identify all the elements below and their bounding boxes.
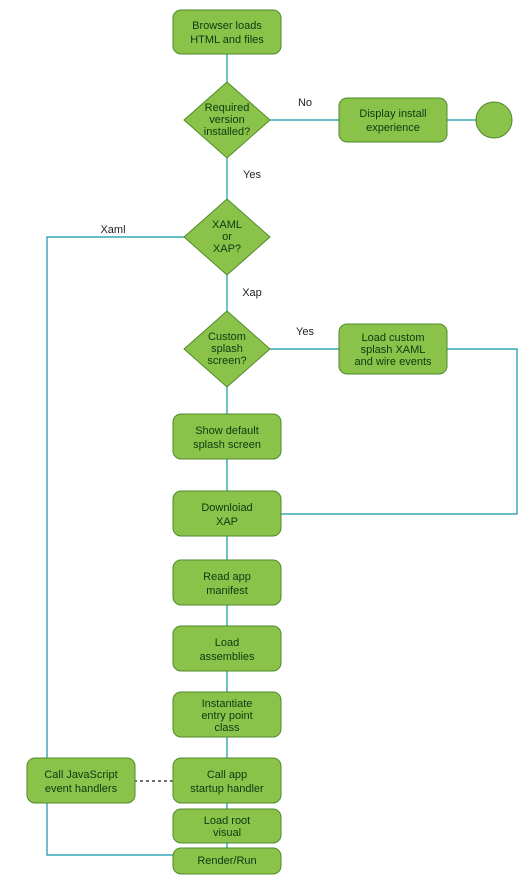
edges-group [47, 54, 517, 855]
text-n1-l1: Browser loads [192, 20, 262, 32]
text-d2-l3: XAP? [213, 243, 241, 255]
process-instantiate-entry: Instantiate entry point class [173, 692, 281, 737]
text-n3-l2: splash XAML [361, 344, 426, 356]
text-d1-l2: version [209, 114, 244, 126]
text-n7-l2: assemblies [199, 651, 255, 663]
text-n8-l3: class [214, 722, 240, 734]
text-n4-l2: splash screen [193, 439, 261, 451]
text-n6-l2: manifest [206, 585, 248, 597]
text-n8-l2: entry point [201, 710, 252, 722]
text-d2-l1: XAML [212, 219, 242, 231]
process-render-run: Render/Run [173, 848, 281, 874]
decision-custom-splash: Custom splash screen? [184, 311, 270, 387]
process-download-xap: Downloiad XAP [173, 491, 281, 536]
text-n8-l1: Instantiate [202, 698, 253, 710]
process-load-root-visual: Load root visual [173, 809, 281, 843]
process-load-assemblies: Load assemblies [173, 626, 281, 671]
process-read-manifest: Read app manifest [173, 560, 281, 605]
text-n1-l2: HTML and files [190, 34, 264, 46]
edge-label-xap: Xap [242, 287, 262, 299]
decision-version-installed: Required version installed? [184, 82, 270, 158]
edge-label-yes2: Yes [296, 326, 314, 338]
text-d1-l1: Required [205, 102, 250, 114]
nodes-group: Browser loads HTML and files Required ve… [27, 10, 512, 874]
edge-label-no: No [298, 97, 312, 109]
flowchart-canvas: Browser loads HTML and files Required ve… [0, 0, 531, 879]
text-n12-l2: event handlers [45, 783, 118, 795]
text-n3-l1: Load custom [362, 332, 425, 344]
text-n2-l2: experience [366, 122, 420, 134]
edge-label-xaml: Xaml [100, 224, 125, 236]
text-n5-l1: Downloiad [201, 502, 252, 514]
text-d3-l3: screen? [207, 355, 246, 367]
text-d2-l2: or [222, 231, 232, 243]
text-n10-l1: Load root [204, 815, 250, 827]
text-n2-l1: Display install [359, 108, 426, 120]
text-d3-l2: splash [211, 343, 243, 355]
text-n12-l1: Call JavaScript [44, 769, 117, 781]
text-d3-l1: Custom [208, 331, 246, 343]
edge-label-yes1: Yes [243, 169, 261, 181]
process-load-custom-splash: Load custom splash XAML and wire events [339, 324, 447, 374]
text-n7-l1: Load [215, 637, 239, 649]
text-n4-l1: Show default [195, 425, 259, 437]
text-d1-l3: installed? [204, 126, 250, 138]
text-n11-l1: Render/Run [197, 855, 256, 867]
process-call-js-handlers: Call JavaScript event handlers [27, 758, 135, 803]
text-n9-l1: Call app [207, 769, 247, 781]
text-n5-l2: XAP [216, 516, 238, 528]
process-display-install: Display install experience [339, 98, 447, 142]
process-browser-loads: Browser loads HTML and files [173, 10, 281, 54]
decision-xaml-or-xap: XAML or XAP? [184, 199, 270, 275]
terminator-end [476, 102, 512, 138]
process-show-default-splash: Show default splash screen [173, 414, 281, 459]
text-n9-l2: startup handler [190, 783, 264, 795]
text-n6-l1: Read app [203, 571, 251, 583]
text-n10-l2: visual [213, 827, 241, 839]
text-n3-l3: and wire events [354, 356, 432, 368]
process-call-startup-handler: Call app startup handler [173, 758, 281, 803]
